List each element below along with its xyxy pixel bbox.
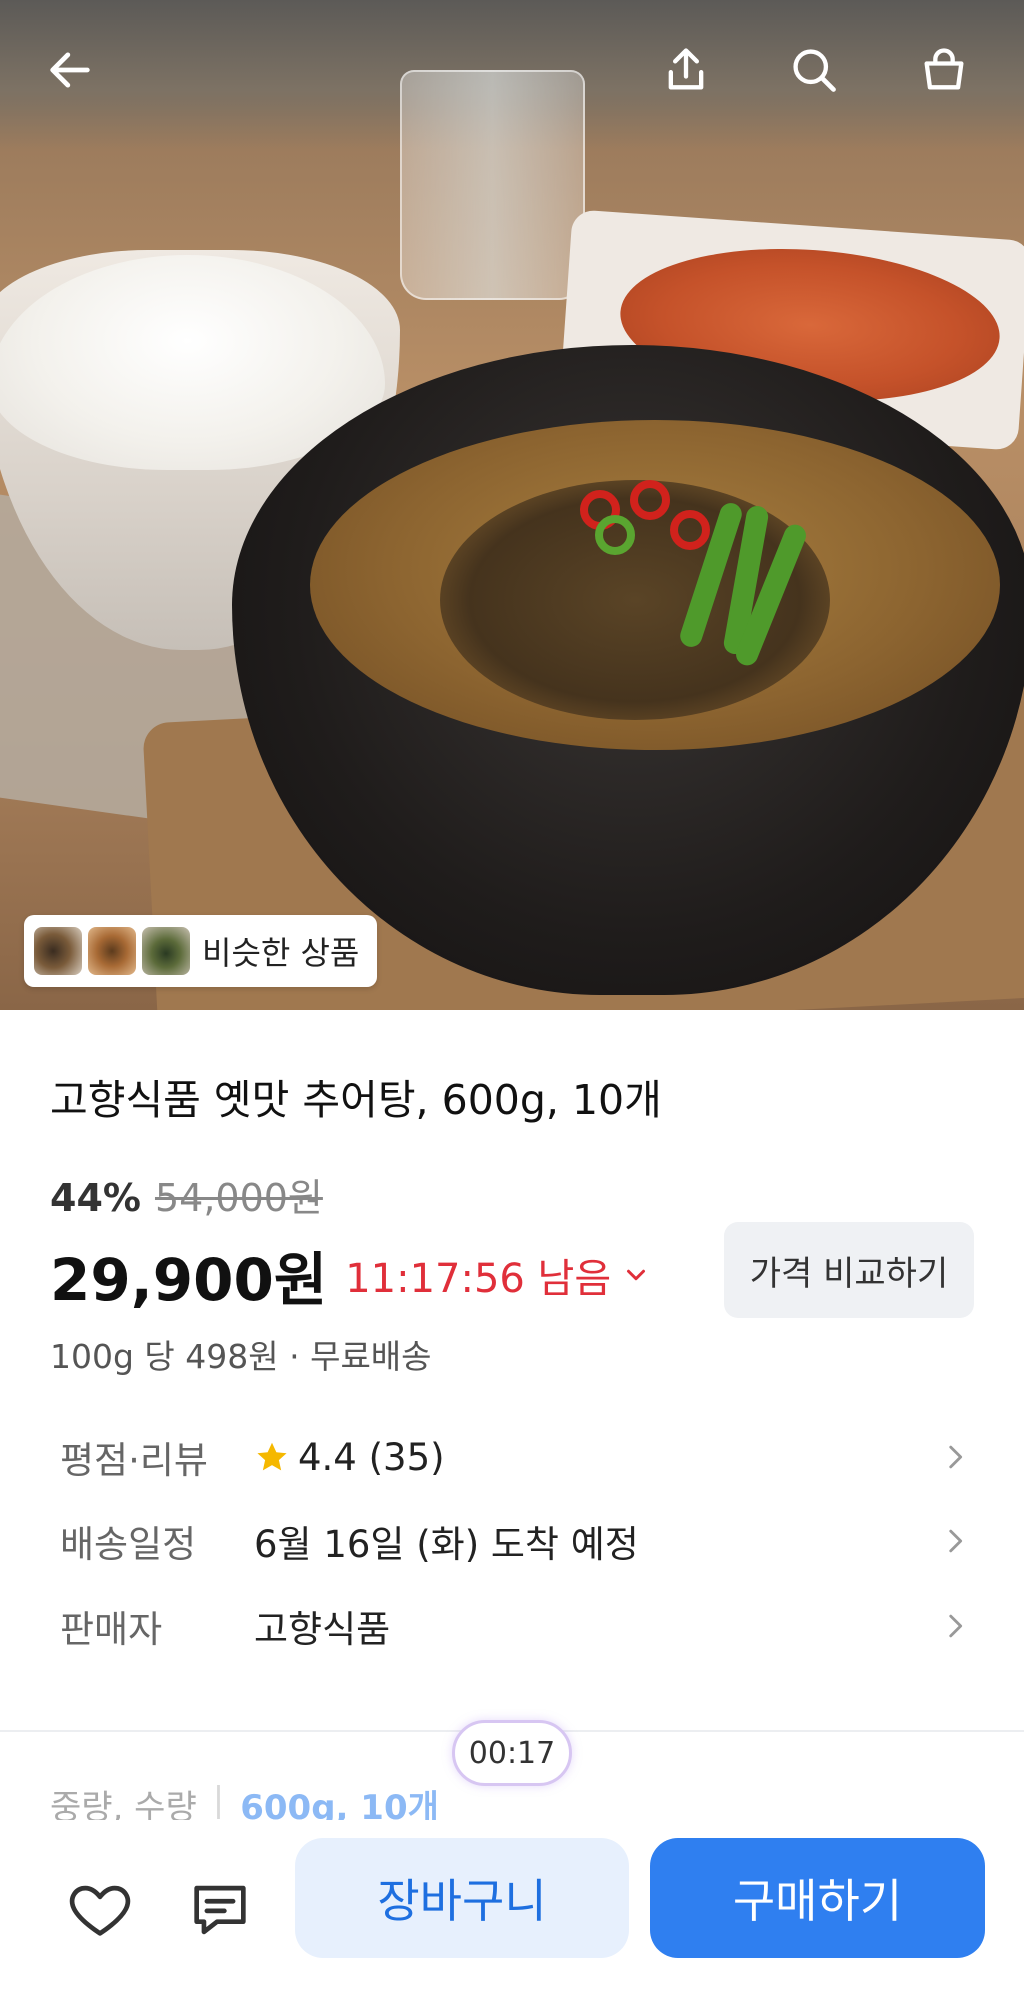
similar-products-label: 비슷한 상품 bbox=[202, 934, 360, 972]
shopping-bag-button[interactable] bbox=[912, 38, 976, 102]
delivery-schedule-value: 6월 16일 (화) 도착 예정 bbox=[254, 1523, 639, 1566]
chevron-right-icon bbox=[949, 1445, 963, 1469]
rating-review-row[interactable]: 평점·리뷰 4.4 (35) bbox=[60, 1422, 980, 1492]
star-icon bbox=[257, 1442, 287, 1471]
back-button[interactable] bbox=[38, 38, 102, 102]
seller-label: 판매자 bbox=[60, 1608, 163, 1651]
original-price: 54,000원 bbox=[154, 1176, 323, 1220]
chevron-right-icon bbox=[949, 1529, 963, 1553]
search-button[interactable] bbox=[782, 38, 846, 102]
heart-icon bbox=[69, 1885, 131, 1936]
add-to-cart-button[interactable]: 장바구니 bbox=[295, 1838, 629, 1958]
countdown-text: 11:17:56 남음 bbox=[345, 1256, 612, 1302]
search-icon bbox=[793, 49, 836, 92]
compare-price-button[interactable]: 가격 비교하기 bbox=[724, 1222, 974, 1318]
delivery-schedule-row[interactable]: 배송일정 6월 16일 (화) 도착 예정 bbox=[60, 1506, 980, 1576]
bottom-action-bar: 장바구니 구매하기 bbox=[0, 1820, 1024, 2008]
inquiry-button[interactable] bbox=[180, 1870, 260, 1950]
share-icon bbox=[668, 48, 704, 90]
product-image[interactable]: 비슷한 상품 bbox=[0, 0, 1024, 1010]
unit-price-shipping: 100g 당 498원 · 무료배송 bbox=[50, 1337, 432, 1376]
timer-badge: 00:17 bbox=[452, 1720, 572, 1786]
similar-thumbnail bbox=[142, 927, 190, 975]
shopping-bag-icon bbox=[924, 48, 964, 90]
seller-value: 고향식품 bbox=[254, 1608, 391, 1651]
countdown-toggle[interactable]: 11:17:56 남음 bbox=[345, 1246, 651, 1304]
chat-icon bbox=[194, 1885, 246, 1935]
similar-thumbnail bbox=[88, 927, 136, 975]
buy-now-button[interactable]: 구매하기 bbox=[650, 1838, 985, 1958]
sale-price: 29,900원 bbox=[50, 1246, 328, 1314]
share-button[interactable] bbox=[654, 38, 718, 102]
image-pepper bbox=[670, 510, 710, 550]
similar-products-button[interactable]: 비슷한 상품 bbox=[24, 915, 378, 987]
similar-thumbnail bbox=[34, 927, 82, 975]
image-pepper bbox=[595, 515, 635, 555]
delivery-schedule-label: 배송일정 bbox=[60, 1523, 197, 1566]
rating-review-label: 평점·리뷰 bbox=[60, 1439, 208, 1482]
wishlist-button[interactable] bbox=[60, 1870, 140, 1950]
product-title: 고향식품 옛맛 추어탕, 600g, 10개 bbox=[50, 1076, 662, 1124]
image-glass bbox=[400, 70, 585, 300]
discount-rate: 44% bbox=[50, 1176, 141, 1220]
rating-value: 4.4 (35) bbox=[298, 1435, 445, 1479]
chevron-right-icon bbox=[949, 1614, 963, 1638]
seller-row[interactable]: 판매자 고향식품 bbox=[60, 1591, 980, 1661]
price-row: 29,900원 11:17:56 남음 bbox=[50, 1233, 651, 1317]
back-arrow-icon bbox=[50, 52, 90, 88]
image-pepper bbox=[630, 480, 670, 520]
rating-review-value: 4.4 (35) bbox=[254, 1436, 445, 1479]
discount-row: 44% 54,000원 bbox=[50, 1167, 323, 1222]
chevron-down-icon bbox=[627, 1269, 646, 1281]
